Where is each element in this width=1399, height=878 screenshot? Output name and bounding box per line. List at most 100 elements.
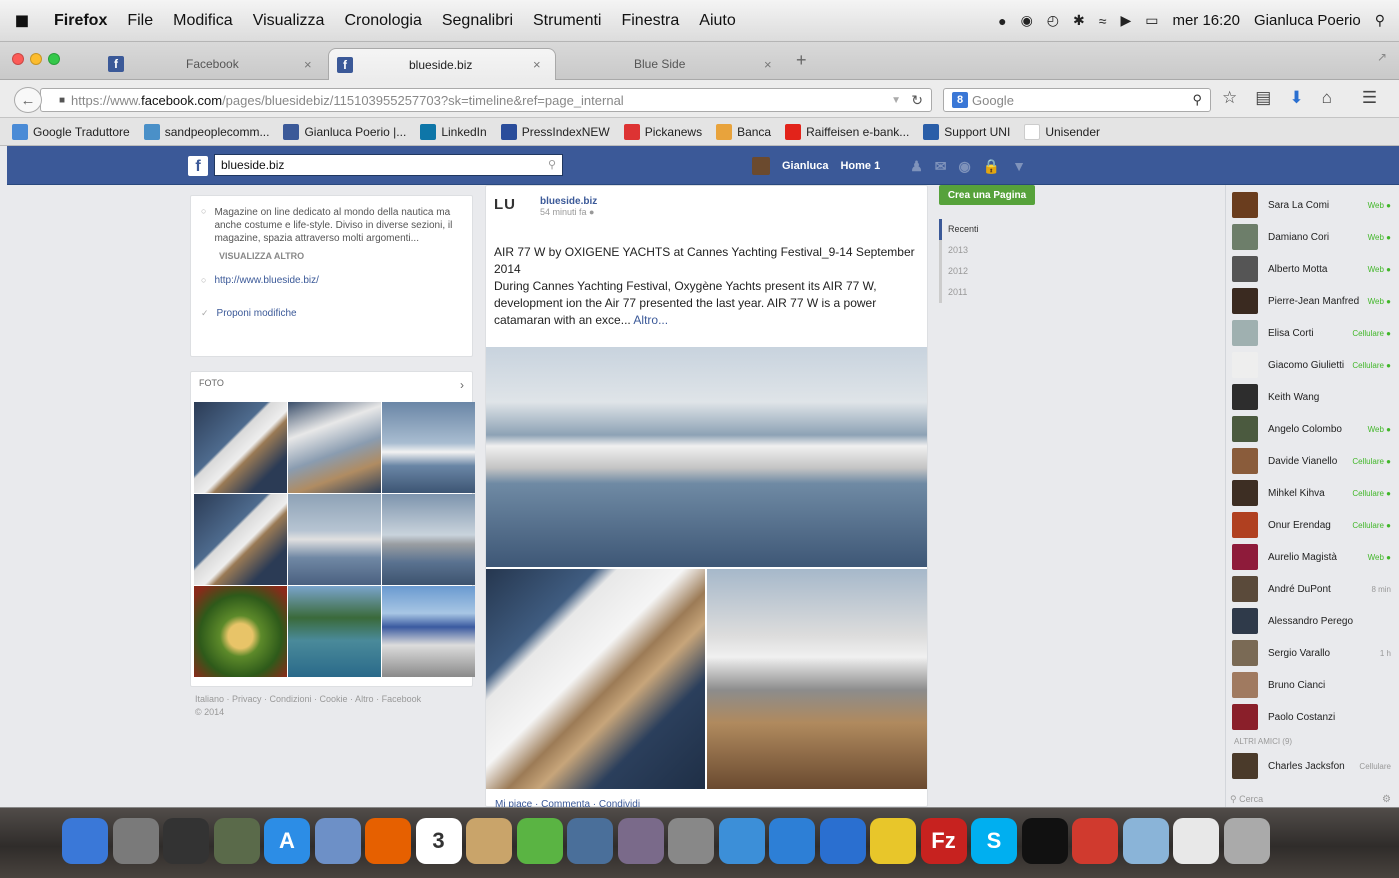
timeline-2012[interactable]: 2012 [948, 261, 979, 282]
new-tab-button[interactable]: + [796, 50, 807, 71]
itunes-icon[interactable] [819, 818, 866, 864]
photo-thumbnail[interactable] [288, 586, 381, 677]
menu-segnalibri[interactable]: Segnalibri [432, 12, 523, 30]
post-author[interactable]: blueside.biz [540, 196, 597, 207]
chat-friend[interactable]: Pierre-Jean Manfred Web ● [1226, 285, 1399, 317]
notifications-icon[interactable]: ◉ [959, 158, 971, 175]
url-bar[interactable]: ■ https://www. facebook.com/pages/bluesid… [40, 88, 932, 112]
dashboard-icon[interactable] [163, 818, 209, 864]
trash-icon[interactable] [1223, 818, 1270, 864]
launchpad-icon[interactable] [112, 818, 159, 864]
close-tab-icon[interactable]: × [764, 57, 772, 72]
apple-icon[interactable]: ◼ [0, 10, 44, 31]
messages-icon[interactable]: ✉ [935, 158, 947, 175]
mission-control-icon[interactable] [213, 818, 260, 864]
close-tab-icon[interactable]: × [304, 57, 312, 72]
chat-friend[interactable]: Aurelio Magistà Web ● [1226, 541, 1399, 573]
calendar-icon[interactable]: 3 [415, 818, 462, 864]
chat-settings-icon[interactable]: ⚙ [1382, 794, 1391, 805]
post-main-image[interactable] [486, 347, 927, 567]
footer-links[interactable]: Italiano · Privacy · Condizioni · Cookie… [195, 693, 425, 719]
finder-icon[interactable] [62, 818, 108, 864]
profile-link[interactable]: Gianluca [782, 160, 828, 172]
create-page-button[interactable]: Crea una Pagina [939, 185, 1035, 205]
menu-finestra[interactable]: Finestra [611, 12, 689, 30]
search-icon[interactable]: ⚲ [548, 158, 556, 171]
back-button[interactable]: ← [14, 87, 42, 113]
photo-thumbnail[interactable] [382, 402, 475, 493]
blackberry-icon[interactable] [1021, 818, 1068, 864]
menu-firefox[interactable]: Firefox [44, 12, 117, 30]
chat-friend[interactable]: Davide Vianello Cellulare ● [1226, 445, 1399, 477]
tab-blue-side[interactable]: Blue Side × [560, 48, 785, 80]
chat-friend[interactable]: Charles Jacksfon Cellulare [1226, 750, 1399, 782]
chat-friend[interactable]: Damiano Cori Web ● [1226, 221, 1399, 253]
avatar[interactable] [752, 157, 770, 175]
photo-thumbnail[interactable] [382, 586, 475, 677]
timeline-recent[interactable]: Recenti [939, 219, 979, 240]
chevron-right-icon[interactable]: › [460, 378, 464, 392]
menu-file[interactable]: File [117, 12, 163, 30]
post-image-cockpit[interactable] [707, 569, 927, 789]
chat-friend[interactable]: André DuPont 8 min [1226, 573, 1399, 605]
home-link[interactable]: Home 1 [840, 160, 880, 172]
website-link[interactable]: http://www.blueside.biz/ [214, 275, 319, 286]
folder-icon[interactable] [1122, 818, 1169, 864]
search-engine-box[interactable]: 8 Google ⚲ [943, 88, 1211, 112]
bookmark-item[interactable]: LinkedIn [420, 123, 487, 140]
time-machine-icon[interactable]: ◴ [1047, 12, 1059, 29]
contacts-icon[interactable] [466, 818, 512, 864]
user-name[interactable]: Gianluca Poerio [1254, 12, 1361, 29]
bookmark-item[interactable]: Google Traduttore [12, 123, 130, 140]
photo-thumbnail[interactable] [194, 402, 287, 493]
bookmark-item[interactable]: Unisender [1024, 123, 1100, 140]
chat-friend[interactable]: Elisa Corti Cellulare ● [1226, 317, 1399, 349]
chat-friend[interactable]: Alberto Motta Web ● [1226, 253, 1399, 285]
friend-requests-icon[interactable]: ♟ [910, 158, 923, 175]
settings-icon[interactable]: ▼ [1012, 158, 1026, 174]
chat-friend[interactable]: Mihkel Kihva Cellulare ● [1226, 477, 1399, 509]
menu-strumenti[interactable]: Strumenti [523, 12, 611, 30]
google-icon[interactable]: 8 [952, 92, 968, 108]
bluetooth-icon[interactable]: ✱ [1073, 12, 1085, 29]
bookmark-item[interactable]: Banca [716, 123, 771, 140]
photos-title[interactable]: FOTO [199, 378, 224, 392]
menu-icon[interactable]: ☰ [1362, 88, 1377, 108]
tab-facebook[interactable]: f Facebook × [100, 48, 325, 80]
chat-friend[interactable]: Paolo Costanzi [1226, 701, 1399, 733]
post-image-deck[interactable] [486, 569, 705, 789]
wifi-icon[interactable]: ≈ [1099, 13, 1107, 29]
chat-friend[interactable]: Giacomo Giulietti Cellulare ● [1226, 349, 1399, 381]
status-icon[interactable]: ◉ [1021, 12, 1033, 29]
preview-icon[interactable] [314, 818, 361, 864]
mail-app-icon[interactable] [1072, 818, 1118, 864]
evernote-status-icon[interactable]: ● [998, 13, 1006, 29]
skype-icon[interactable]: S [971, 818, 1017, 864]
timeline-2011[interactable]: 2011 [948, 282, 979, 303]
download-icon[interactable]: ⬇ [1289, 88, 1303, 108]
safari-icon[interactable] [769, 818, 815, 864]
suggest-edits-link[interactable]: Proponi modifiche [217, 308, 297, 319]
view-more-link[interactable]: VISUALIZZA ALTRO [219, 251, 462, 261]
photo-thumbnail[interactable] [194, 586, 287, 677]
chat-friend[interactable]: Bruno Cianci [1226, 669, 1399, 701]
chat-friend[interactable]: Keith Wang [1226, 381, 1399, 413]
minimize-window-button[interactable] [30, 53, 42, 65]
photo-thumbnail[interactable] [194, 494, 287, 585]
bookmark-item[interactable]: Gianluca Poerio |... [283, 123, 406, 140]
fullscreen-icon[interactable]: ↗ [1377, 50, 1387, 64]
chat-friend[interactable]: Sergio Varallo 1 h [1226, 637, 1399, 669]
volume-icon[interactable]: ▶ [1120, 12, 1131, 29]
bookmark-item[interactable]: sandpeoplecomm... [143, 123, 269, 140]
bookmark-item[interactable]: Support UNI [923, 123, 1010, 140]
photo-thumbnail[interactable] [288, 494, 381, 585]
menu-cronologia[interactable]: Cronologia [334, 12, 431, 30]
iphoto-icon[interactable] [567, 818, 613, 864]
search-icon[interactable]: ⚲ [1192, 92, 1202, 108]
bookmark-star-icon[interactable]: ☆ [1222, 88, 1237, 108]
facebook-search-input[interactable]: blueside.biz ⚲ [214, 154, 563, 176]
url-dropdown-icon[interactable]: ▼ [891, 95, 901, 106]
chat-search-input[interactable]: ⚲ Cerca [1230, 794, 1263, 805]
bookmark-item[interactable]: PressIndexNEW [500, 123, 610, 140]
cyberduck-icon[interactable] [870, 818, 916, 864]
